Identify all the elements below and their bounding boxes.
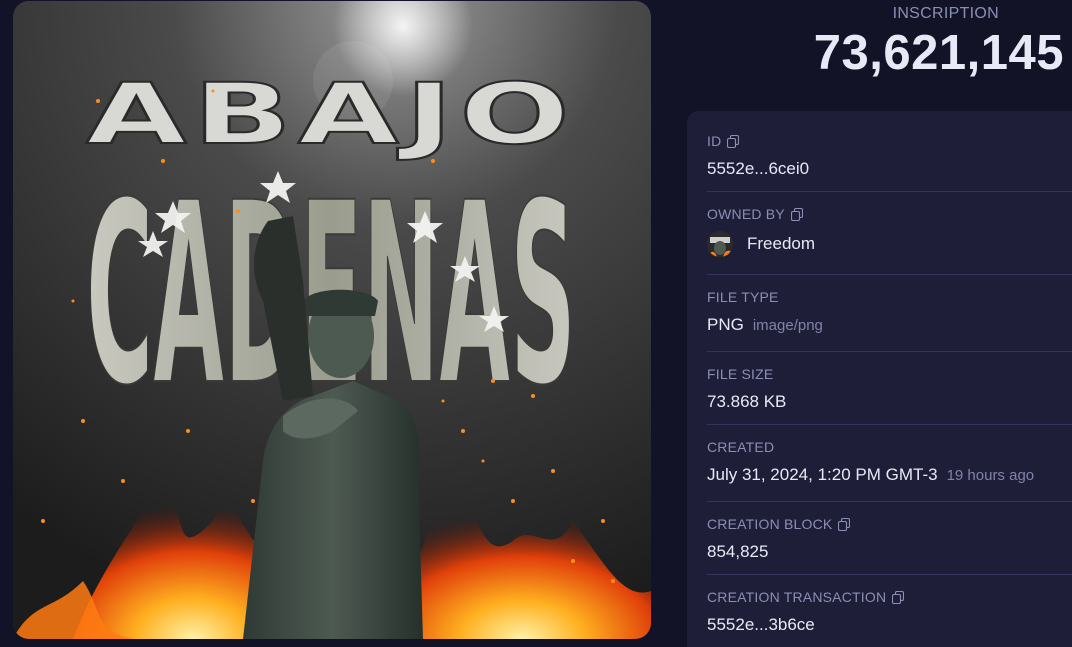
created-value: July 31, 2024, 1:20 PM GMT-3	[707, 465, 938, 484]
poster-artwork: ABAJO CADENAS	[13, 1, 651, 639]
divider	[707, 574, 1072, 575]
creation-block-label: CREATION BLOCK	[707, 516, 833, 532]
detail-id: ID 5552e...6cei0	[707, 132, 1072, 179]
file-mime: image/png	[752, 316, 823, 334]
divider	[707, 191, 1072, 192]
copy-icon[interactable]	[892, 590, 905, 604]
owner-name[interactable]: Freedom	[747, 234, 815, 254]
inscription-page: ABAJO CADENAS	[0, 0, 1072, 647]
file-size-value: 73.868 KB	[707, 392, 787, 411]
creation-block-value[interactable]: 854,825	[707, 542, 768, 562]
detail-creation-transaction: CREATION TRANSACTION 5552e...3b6ce	[707, 588, 1072, 635]
created-relative: 19 hours ago	[946, 466, 1035, 484]
created-label: CREATED	[707, 439, 775, 455]
id-label: ID	[707, 133, 722, 149]
detail-owner: OWNED BY Freedom	[707, 205, 1072, 257]
inscription-number: 73,621,145	[813, 26, 1064, 80]
details-card: ID 5552e...6cei0 OWNED BY Freedom FILE T…	[687, 111, 1072, 647]
detail-file-type: FILE TYPE PNG image/png	[707, 288, 1072, 335]
file-type-value: PNG	[707, 315, 744, 334]
divider	[707, 424, 1072, 425]
copy-icon[interactable]	[727, 134, 740, 148]
owner-avatar[interactable]	[707, 231, 733, 257]
detail-creation-block: CREATION BLOCK 854,825	[707, 515, 1072, 562]
divider	[707, 501, 1072, 502]
owner-label: OWNED BY	[707, 206, 785, 222]
copy-icon[interactable]	[838, 517, 851, 531]
file-type-label: FILE TYPE	[707, 289, 779, 305]
divider	[707, 351, 1072, 352]
copy-icon[interactable]	[790, 207, 803, 221]
id-value[interactable]: 5552e...6cei0	[707, 159, 809, 179]
detail-file-size: FILE SIZE 73.868 KB	[707, 365, 1072, 412]
divider	[707, 274, 1072, 275]
creation-transaction-label: CREATION TRANSACTION	[707, 589, 887, 605]
detail-created: CREATED July 31, 2024, 1:20 PM GMT-3 19 …	[707, 438, 1072, 485]
creation-transaction-value[interactable]: 5552e...3b6ce	[707, 615, 815, 635]
file-size-label: FILE SIZE	[707, 366, 774, 382]
inscription-image[interactable]: ABAJO CADENAS	[13, 1, 651, 639]
inscription-label: INSCRIPTION	[892, 5, 999, 22]
